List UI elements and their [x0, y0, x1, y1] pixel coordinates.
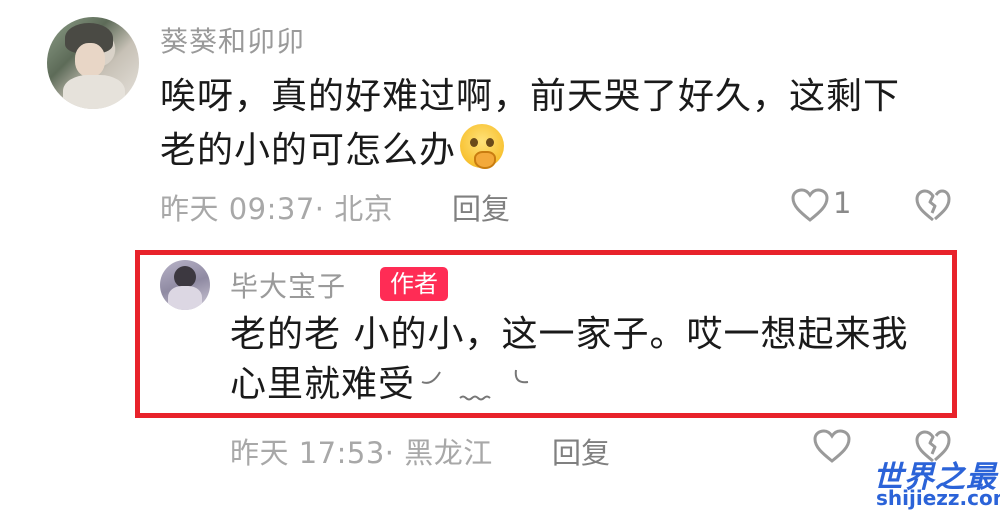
comment-text-line1: 唉呀，真的好难过啊，前天哭了好久，这剩下 — [160, 76, 901, 117]
reply-button[interactable]: 回复 — [452, 186, 510, 228]
like-heart-icon-2[interactable] — [812, 428, 852, 464]
dislike-broken-heart-icon[interactable] — [914, 189, 952, 223]
avatar[interactable] — [47, 17, 139, 109]
reply-timestamp-location: 昨天 17:53· 黑龙江 — [230, 436, 493, 470]
reply-button-2[interactable]: 回复 — [552, 430, 610, 472]
like-count: 1 — [833, 186, 852, 220]
comment-timestamp-location: 昨天 09:37· 北京 — [160, 192, 394, 226]
pleading-face-emoji-icon — [460, 124, 505, 169]
comment-username[interactable]: 葵葵和卯卯 — [160, 20, 305, 60]
watermark-url: shijiezz.com — [876, 486, 1000, 510]
comment-text-line2-container: 老的小的可怎么办 — [160, 124, 505, 178]
author-badge: 作者 — [380, 267, 448, 301]
reply-text-line2: 心里就难受 — [230, 364, 416, 405]
author-username[interactable]: 毕大宝子 — [230, 265, 346, 305]
author-avatar[interactable] — [160, 260, 210, 310]
like-heart-icon[interactable] — [790, 187, 830, 223]
reply-text-line1: 老的老 小的小，这一家子。哎一想起来我 — [230, 314, 909, 355]
smile-squiggle-icon — [420, 368, 550, 414]
comment-text-line2: 老的小的可怎么办 — [160, 130, 457, 171]
